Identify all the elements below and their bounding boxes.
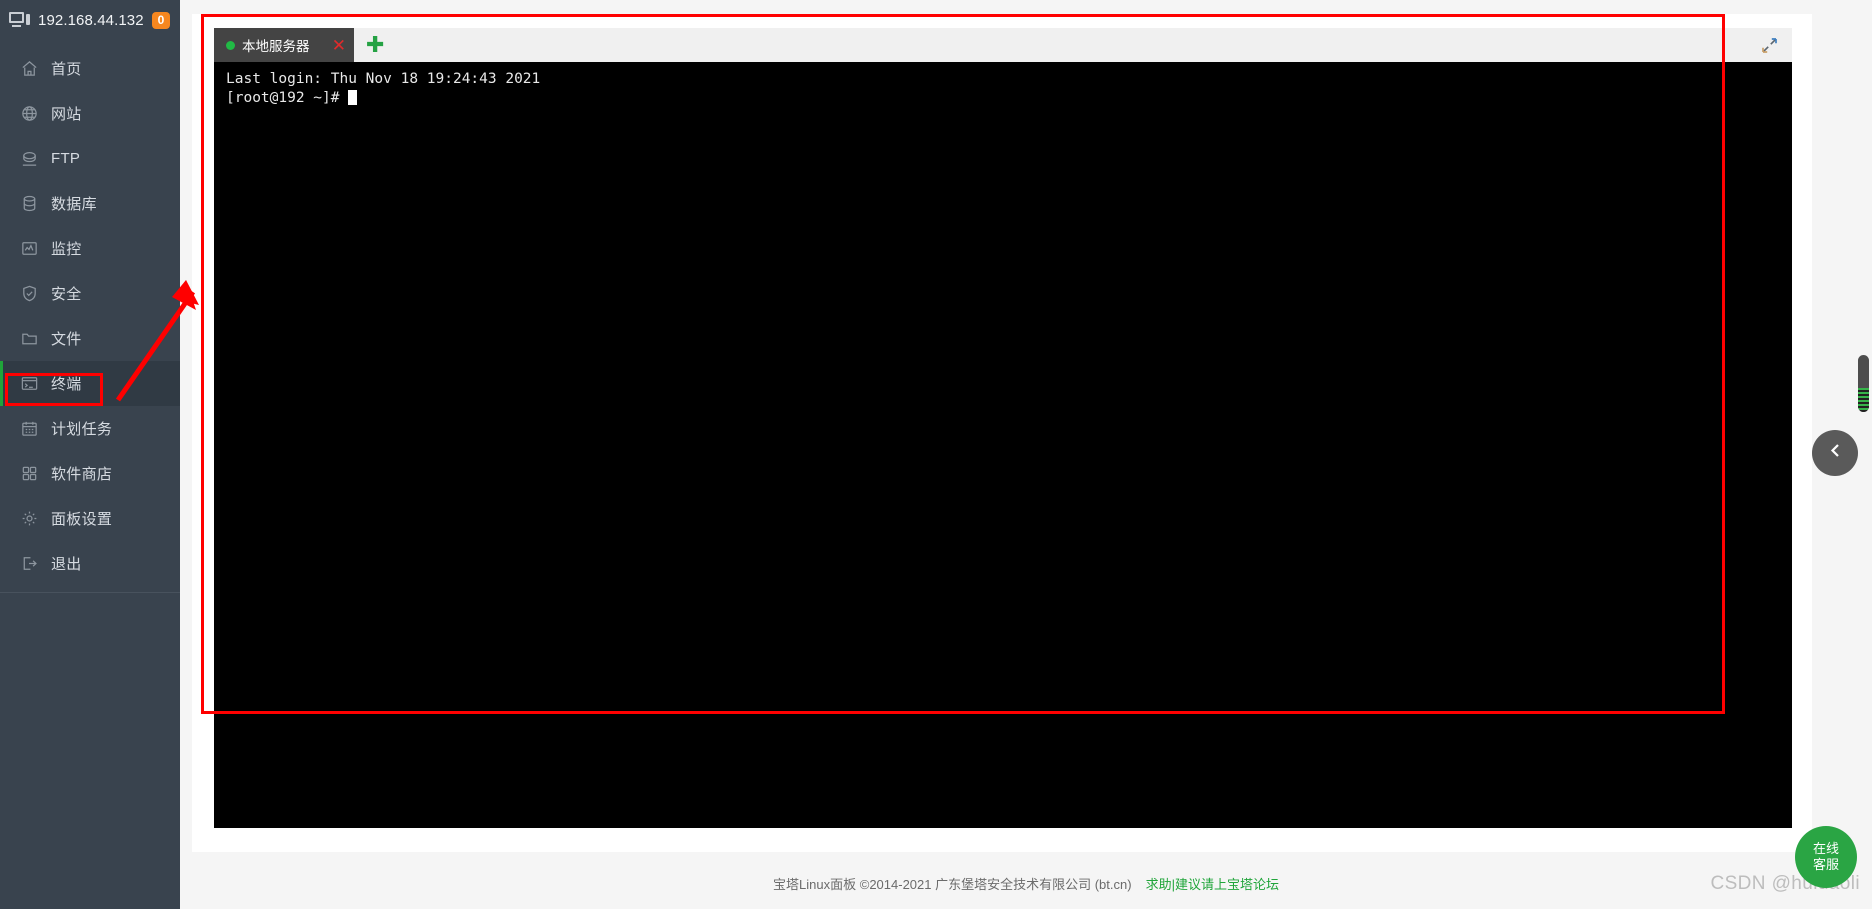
logout-icon [20, 554, 39, 573]
monitor-chart-icon [20, 239, 39, 258]
sidebar-item-security[interactable]: 安全 [0, 271, 180, 316]
sidebar-item-label: 监控 [51, 241, 82, 258]
terminal-panel: 本地服务器 ✕ ✚ Last login: Thu Nov 18 19:24:4… [214, 28, 1792, 828]
chevron-left-icon [1827, 442, 1844, 464]
terminal-cursor [348, 89, 358, 105]
notification-badge[interactable]: 0 [151, 11, 171, 29]
sidebar-item-label: 网站 [51, 106, 82, 123]
footer-copyright: 宝塔Linux面板 ©2014-2021 广东堡塔安全技术有限公司 (bt.cn… [773, 877, 1132, 892]
online-support-button[interactable]: 在线 客服 [1795, 826, 1857, 888]
footer-forum-link[interactable]: 求助|建议请上宝塔论坛 [1146, 874, 1279, 893]
sidebar-item-label: 计划任务 [51, 421, 113, 438]
ftp-icon [20, 149, 39, 168]
gear-icon [20, 509, 39, 528]
sidebar-item-appstore[interactable]: 软件商店 [0, 451, 180, 496]
terminal-tab-local-server[interactable]: 本地服务器 ✕ [214, 28, 354, 62]
database-icon [20, 194, 39, 213]
sidebar-item-home[interactable]: 首页 [0, 46, 180, 91]
sidebar-menu: 首页 网站 FTP 数据库 监控 安全 文件 终端 计划任务 软件商店 面板设置… [0, 41, 180, 593]
sidebar-header: 192.168.44.132 0 [0, 0, 180, 41]
sidebar-item-label: 面板设置 [51, 511, 113, 528]
expand-fullscreen-icon[interactable] [1761, 37, 1778, 54]
terminal-tab-label: 本地服务器 [242, 39, 310, 54]
page-scrollbar[interactable] [1858, 355, 1869, 412]
sidebar-item-label: FTP [51, 150, 81, 167]
sidebar-item-label: 退出 [51, 556, 82, 573]
grid-icon [20, 464, 39, 483]
sidebar-divider [0, 592, 180, 593]
sidebar-item-database[interactable]: 数据库 [0, 181, 180, 226]
sidebar-item-logout[interactable]: 退出 [0, 541, 180, 586]
sidebar-item-panel-settings[interactable]: 面板设置 [0, 496, 180, 541]
support-label-line2: 客服 [1812, 857, 1839, 872]
sidebar-item-monitor[interactable]: 监控 [0, 226, 180, 271]
terminal-card: 本地服务器 ✕ ✚ Last login: Thu Nov 18 19:24:4… [192, 14, 1812, 852]
terminal-output[interactable]: Last login: Thu Nov 18 19:24:43 2021 [ro… [214, 62, 1792, 828]
sidebar-item-label: 首页 [51, 61, 82, 78]
sidebar-item-label: 数据库 [51, 196, 97, 213]
footer: 宝塔Linux面板 ©2014-2021 广东堡塔安全技术有限公司 (bt.cn… [180, 852, 1872, 909]
scrollbar-thumb-stripes [1858, 388, 1869, 412]
terminal-tabbar: 本地服务器 ✕ ✚ [214, 28, 1792, 62]
sidebar-item-files[interactable]: 文件 [0, 316, 180, 361]
sidebar: 192.168.44.132 0 首页 网站 FTP 数据库 监控 安全 文件 … [0, 0, 180, 909]
add-tab-button[interactable]: ✚ [354, 28, 396, 62]
sidebar-item-label: 安全 [51, 286, 82, 303]
support-label-line1: 在线 [1812, 841, 1839, 856]
sidebar-item-label: 文件 [51, 331, 82, 348]
sidebar-item-terminal[interactable]: 终端 [0, 361, 180, 406]
sidebar-item-label: 终端 [51, 376, 82, 393]
collapse-panel-button[interactable] [1812, 430, 1858, 476]
sidebar-item-crontab[interactable]: 计划任务 [0, 406, 180, 451]
folder-icon [20, 329, 39, 348]
terminal-line-2: [root@192 ~]# [226, 89, 349, 106]
terminal-line-1: Last login: Thu Nov 18 19:24:43 2021 [226, 71, 541, 87]
monitor-icon [9, 11, 31, 29]
sidebar-item-label: 软件商店 [51, 466, 113, 483]
server-ip-label: 192.168.44.132 [38, 11, 144, 29]
sidebar-item-website[interactable]: 网站 [0, 91, 180, 136]
sidebar-item-ftp[interactable]: FTP [0, 136, 180, 181]
main-area: 本地服务器 ✕ ✚ Last login: Thu Nov 18 19:24:4… [180, 0, 1872, 909]
terminal-icon [20, 374, 39, 393]
shield-icon [20, 284, 39, 303]
globe-icon [20, 104, 39, 123]
calendar-icon [20, 419, 39, 438]
close-icon[interactable]: ✕ [332, 37, 346, 54]
page-root: 192.168.44.132 0 首页 网站 FTP 数据库 监控 安全 文件 … [0, 0, 1872, 909]
home-icon [20, 59, 39, 78]
connection-status-dot [226, 40, 235, 50]
